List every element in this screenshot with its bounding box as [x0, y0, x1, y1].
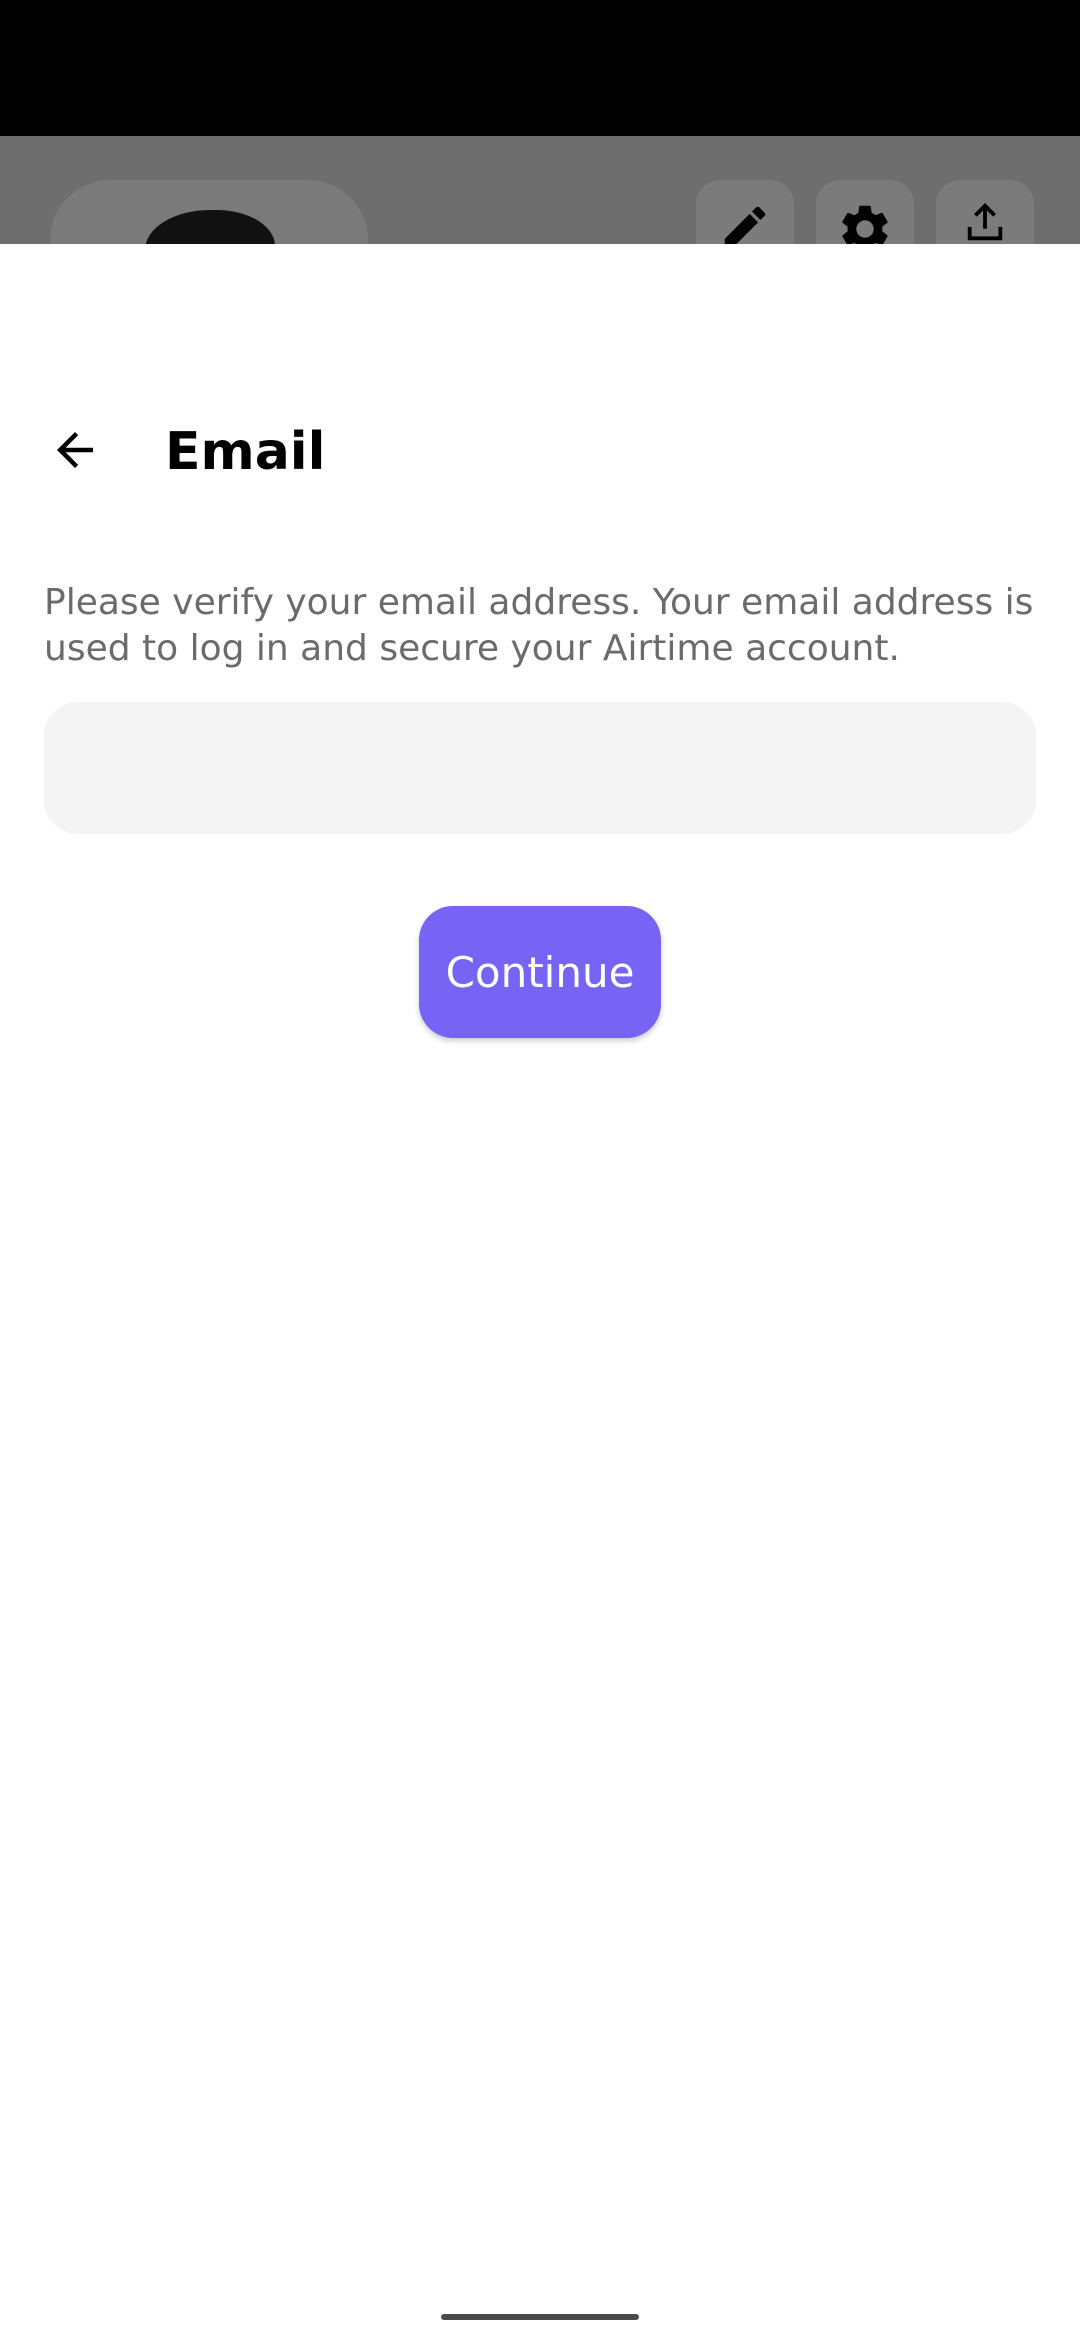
back-button[interactable]: [30, 414, 120, 490]
background-avatar: [50, 180, 368, 244]
share-icon: [962, 200, 1008, 244]
email-bottom-sheet: Email Please verify your email address. …: [0, 244, 1080, 2340]
avatar-image: [145, 210, 275, 244]
email-input[interactable]: [44, 702, 1036, 834]
continue-button[interactable]: Continue: [419, 906, 661, 1038]
background-profile-header: [0, 136, 1080, 244]
verification-description: Please verify your email address. Your e…: [44, 582, 1034, 669]
home-indicator[interactable]: [441, 2314, 639, 2320]
arrow-left-icon: [48, 423, 102, 481]
status-bar: [0, 0, 1080, 136]
screen: Email Please verify your email address. …: [0, 0, 1080, 2340]
edit-icon: [718, 200, 772, 244]
background-share-button: [936, 180, 1034, 244]
page-title: Email: [165, 422, 326, 482]
background-edit-button: [696, 180, 794, 244]
background-settings-button: [816, 180, 914, 244]
gear-icon: [836, 200, 894, 244]
sheet-header: Email: [0, 414, 1080, 490]
